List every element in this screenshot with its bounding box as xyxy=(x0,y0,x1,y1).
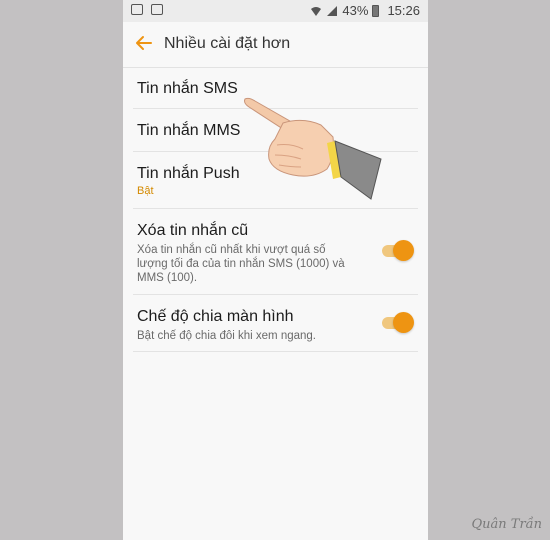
item-title: Chế độ chia màn hình xyxy=(137,308,294,325)
pointing-hand-icon xyxy=(244,97,382,200)
battery-percent: 43% xyxy=(342,3,369,18)
phone-screen: 43% 15:26 Nhiều cài đặt hơn Tin nhắn SMS… xyxy=(123,0,428,540)
item-title: Xóa tin nhắn cũ xyxy=(137,222,249,239)
battery-icon xyxy=(372,4,380,17)
split-screen-toggle[interactable] xyxy=(382,312,414,334)
wifi-icon xyxy=(311,6,322,16)
item-description: Bật chế độ chia đôi khi xem ngang. xyxy=(137,330,317,342)
settings-item-delete-old[interactable]: Xóa tin nhắn cũ Xóa tin nhắn cũ nhất khi… xyxy=(133,209,418,295)
clock: 15:26 xyxy=(387,3,420,18)
delete-old-toggle[interactable] xyxy=(382,240,414,262)
signal-icon xyxy=(327,5,338,16)
gallery-icon xyxy=(151,4,163,15)
status-bar: 43% 15:26 xyxy=(123,0,428,22)
item-description: Xóa tin nhắn cũ nhất khi vượt quá số lượ… xyxy=(137,244,345,284)
back-arrow-icon[interactable] xyxy=(135,34,153,52)
settings-item-split-screen[interactable]: Chế độ chia màn hình Bật chế độ chia đôi… xyxy=(133,295,418,352)
notification-icon xyxy=(131,4,143,15)
watermark: Quân Trần xyxy=(471,517,542,532)
page-title: Nhiều cài đặt hơn xyxy=(164,35,291,52)
toolbar: Nhiều cài đặt hơn xyxy=(123,22,428,68)
